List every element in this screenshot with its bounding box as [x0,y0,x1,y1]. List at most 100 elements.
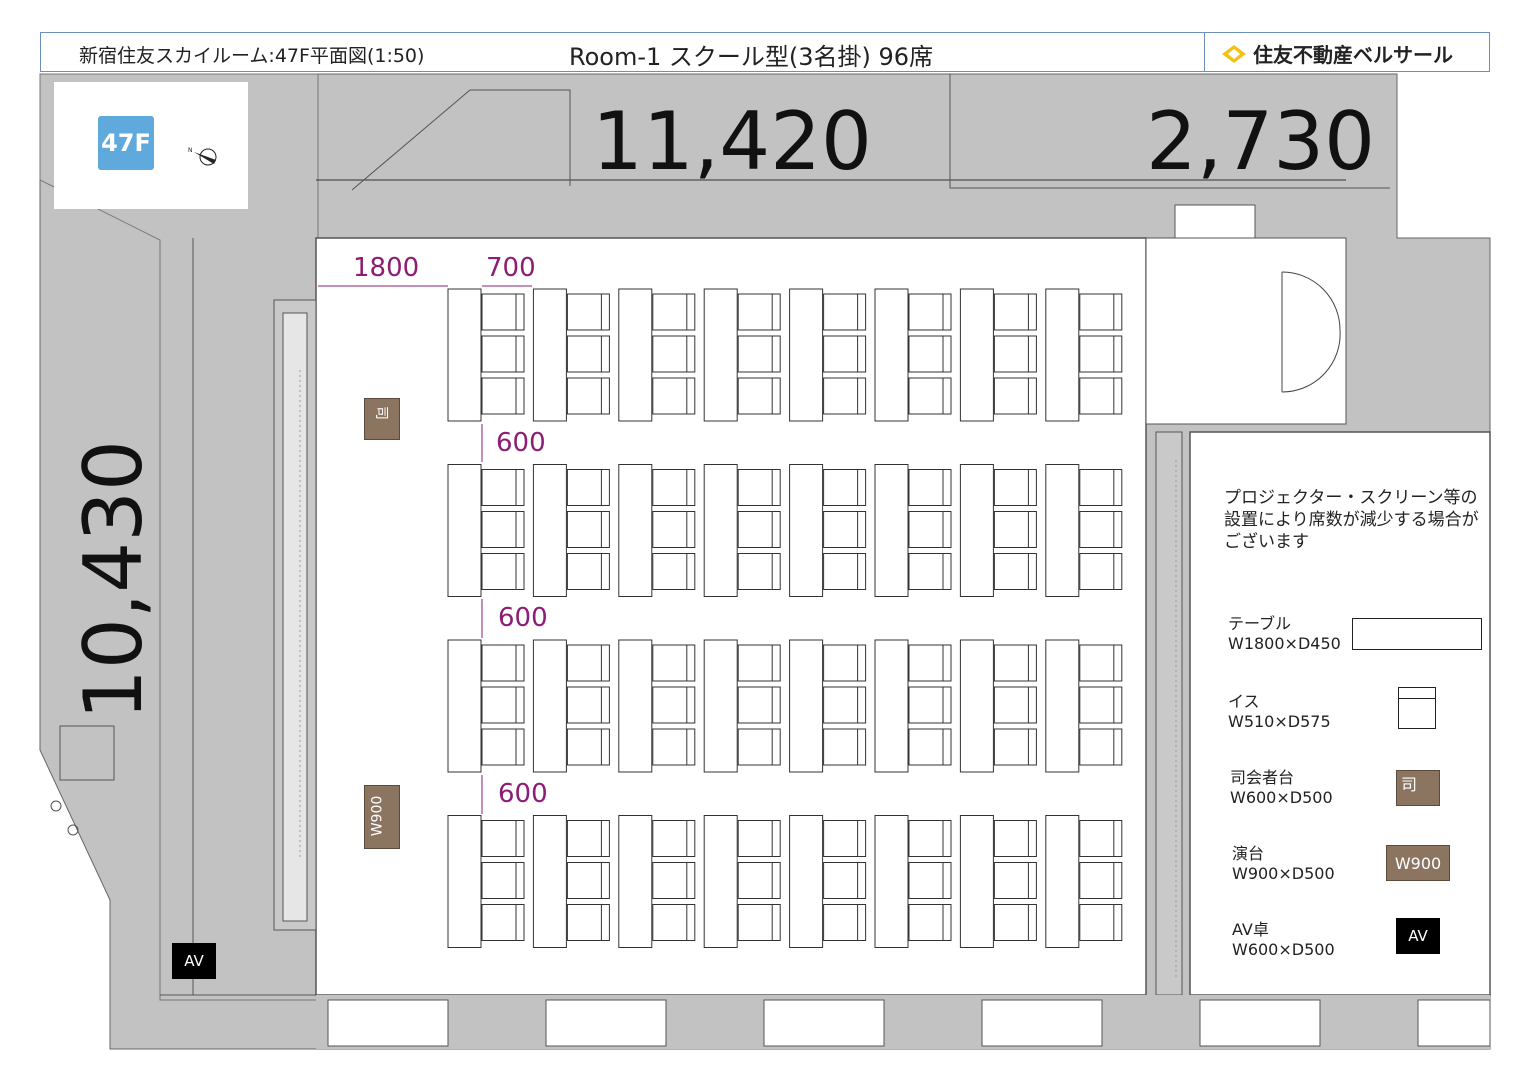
legend-av-label: AV卓 W600×D500 [1232,920,1335,960]
chair [737,293,781,331]
chair [481,686,525,724]
chair [908,377,952,415]
table [447,815,482,948]
chair [652,335,696,373]
chair [993,469,1037,506]
chair [823,293,867,331]
chair [566,335,610,373]
table [959,639,994,773]
table [618,815,653,948]
brand: 住友不動産ベルサール [1221,39,1453,68]
table [532,464,567,597]
chair [908,728,952,766]
chair [823,553,867,590]
dim-aisle-2: 600 [498,603,548,633]
chair [823,820,867,857]
chair [481,293,525,331]
legend-table-label: テーブル W1800×D450 [1228,614,1341,654]
chair [652,820,696,857]
chair [993,862,1037,899]
chair [481,469,525,506]
chair [481,377,525,415]
chair [737,862,781,899]
chair [908,820,952,857]
table [1045,815,1080,948]
room-title: Room-1 スクール型(3名掛) 96席 [569,43,934,71]
chair [481,553,525,590]
legend-podium-size: W900×D500 [1232,864,1335,883]
chair [1079,820,1123,857]
partition-wall [1155,431,1183,996]
chair [652,511,696,548]
dim-width-main: 11,420 [592,95,872,188]
legend-mc-size: W600×D500 [1230,788,1333,807]
table [532,288,567,422]
chair [566,553,610,590]
chair [993,644,1037,682]
chair [1079,511,1123,548]
chair [652,377,696,415]
chair [566,377,610,415]
podium: W900 [364,785,400,849]
compass-icon: N [188,147,217,166]
chair [737,728,781,766]
dim-front-gap: 1800 [353,253,420,283]
table [703,815,738,948]
legend-podium-label: 演台 W900×D500 [1232,844,1335,884]
legend-table-name: テーブル [1228,614,1292,633]
chair [737,511,781,548]
chair [481,862,525,899]
chair [823,728,867,766]
legend-chair-label: イス W510×D575 [1228,692,1331,732]
table [874,639,909,773]
chair [737,469,781,506]
chair [566,469,610,506]
chair [481,904,525,941]
chair [823,335,867,373]
chair [908,862,952,899]
table [959,464,994,597]
chair [993,904,1037,941]
legend-table-symbol [1352,618,1482,650]
table [447,288,482,422]
chair [652,293,696,331]
header-divider [1204,33,1205,71]
chair [1079,728,1123,766]
chair [1079,293,1123,331]
chair [908,293,952,331]
legend-mc-name: 司会者台 [1230,768,1295,787]
brand-logo-icon [1222,44,1246,63]
chair [993,820,1037,857]
legend-mc-label: 司会者台 W600×D500 [1230,768,1333,808]
chair [1079,553,1123,590]
legend-podium-symbol: W900 [1386,845,1450,881]
dim-table-pitch: 700 [486,253,536,283]
chair [823,511,867,548]
chair [652,686,696,724]
chair [908,904,952,941]
chair [652,469,696,506]
chair [737,335,781,373]
chair [1079,686,1123,724]
chair [908,553,952,590]
mc-desk: 司 [364,398,400,440]
chair [481,644,525,682]
table [532,639,567,773]
legend-note: プロジェクター・スクリーン等の設置により席数が減少する場合がございます [1224,488,1479,552]
legend-mc-symbol: 司 [1396,770,1440,806]
chair [1079,469,1123,506]
chair [823,644,867,682]
chair [566,904,610,941]
chair [737,904,781,941]
table [618,464,653,597]
chair [823,377,867,415]
table [1045,464,1080,597]
left-fixture-1 [50,800,62,812]
chair [652,904,696,941]
floor-label: 47F [98,116,154,170]
stage-wall-inner [282,312,308,922]
legend-table-size: W1800×D450 [1228,634,1341,653]
chair [993,377,1037,415]
chair [652,553,696,590]
chair [1079,335,1123,373]
